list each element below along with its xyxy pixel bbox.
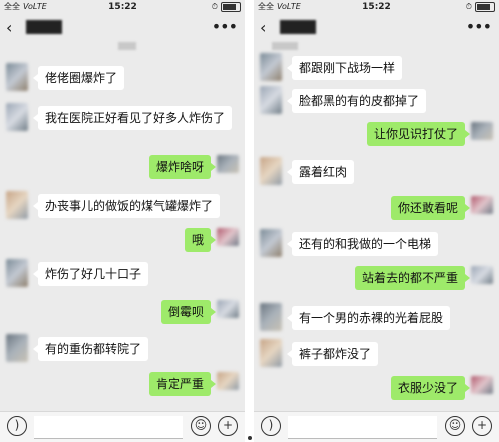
avatar[interactable] <box>6 191 28 219</box>
sent-message-bubble[interactable]: 倒霉呗 <box>160 300 217 324</box>
add-icon[interactable]: + <box>472 416 492 436</box>
sent-message-bubble[interactable]: 你还敢看呢 <box>390 196 471 220</box>
sent-message-bubble[interactable]: 衣服少没了 <box>390 376 471 400</box>
received-message-bubble[interactable]: 都跟刚下战场一样 <box>286 56 403 80</box>
emoji-icon[interactable]: ☺ <box>191 416 211 436</box>
network-label: VoLTE <box>277 2 301 11</box>
battery-icon <box>475 2 495 12</box>
chat-screen-right: 全全 VoLTE 15:22 ⏱ ‹ ••• 都跟刚下战场一样 脸都黑的有的皮都掉… <box>254 0 499 442</box>
received-message-bubble[interactable]: 有的重伤都转院了 <box>32 337 149 361</box>
avatar[interactable] <box>217 300 239 318</box>
alarm-icon: ⏱ <box>211 2 218 11</box>
received-message-bubble[interactable]: 脸都黑的有的皮都掉了 <box>286 89 427 113</box>
avatar[interactable] <box>260 229 282 257</box>
avatar[interactable] <box>6 259 28 287</box>
voice-icon[interactable]: ) <box>7 416 27 436</box>
chat-screen-left: 全全 VoLTE 15:22 ⏱ ‹ ••• 佬佬圈爆炸了我在医院正好看见了好多… <box>0 0 245 442</box>
clock: 15:22 <box>108 2 137 12</box>
more-icon[interactable]: ••• <box>466 17 492 36</box>
network-label: VoLTE <box>23 2 47 11</box>
received-message-bubble[interactable]: 佬佬圈爆炸了 <box>32 66 125 90</box>
avatar[interactable] <box>260 339 282 367</box>
received-message-bubble[interactable]: 我在医院正好看见了好多人炸伤了 <box>32 106 233 130</box>
received-message-bubble[interactable]: 还有的和我做的一个电梯 <box>286 232 439 256</box>
avatar[interactable] <box>260 157 282 185</box>
avatar[interactable] <box>217 372 239 390</box>
signal-indicator: 全全 VoLTE <box>4 0 47 14</box>
sent-message-bubble[interactable]: 哦 <box>184 228 217 252</box>
avatar[interactable] <box>471 122 493 140</box>
avatar[interactable] <box>260 53 282 81</box>
received-message-bubble[interactable]: 炸伤了好几十口子 <box>32 262 149 286</box>
voice-icon[interactable]: ) <box>261 416 281 436</box>
input-bar: ) ☺ + <box>0 411 245 442</box>
sent-message-bubble[interactable]: 站着去的都不严重 <box>354 266 471 290</box>
emoji-icon[interactable]: ☺ <box>445 416 465 436</box>
redacted-label <box>272 42 298 50</box>
received-message-bubble[interactable]: 有一个男的赤裸的光着屁股 <box>286 306 451 330</box>
received-message-bubble[interactable]: 露着红肉 <box>286 160 355 184</box>
avatar[interactable] <box>471 266 493 284</box>
battery-icon <box>221 2 241 12</box>
page-indicator-dot <box>247 436 252 440</box>
redacted-label <box>118 42 136 50</box>
clock: 15:22 <box>362 2 391 12</box>
avatar[interactable] <box>6 103 28 131</box>
received-message-bubble[interactable]: 办丧事儿的做饭的煤气罐爆炸了 <box>32 194 221 218</box>
chat-title-redacted <box>26 20 62 34</box>
sent-message-bubble[interactable]: 肯定严重 <box>148 372 217 396</box>
avatar[interactable] <box>260 303 282 331</box>
avatar[interactable] <box>217 228 239 246</box>
avatar[interactable] <box>260 86 282 114</box>
alarm-icon: ⏱ <box>465 2 472 11</box>
signal-text: 全全 <box>258 2 274 11</box>
avatar[interactable] <box>471 376 493 394</box>
back-arrow-icon[interactable]: ‹ <box>6 18 12 37</box>
sent-message-bubble[interactable]: 爆炸啥呀 <box>148 155 217 179</box>
received-message-bubble[interactable]: 裤子都炸没了 <box>286 342 379 366</box>
sent-message-bubble[interactable]: 让你见识打仗了 <box>366 122 471 146</box>
signal-indicator: 全全 VoLTE <box>258 0 301 14</box>
status-right: ⏱ <box>466 0 495 14</box>
chat-title-redacted <box>280 20 316 34</box>
add-icon[interactable]: + <box>218 416 238 436</box>
back-arrow-icon[interactable]: ‹ <box>260 18 266 37</box>
avatar[interactable] <box>471 196 493 214</box>
status-right: ⏱ <box>212 0 241 14</box>
status-bar: 全全 VoLTE 15:22 ⏱ <box>0 0 245 14</box>
signal-text: 全全 <box>4 2 20 11</box>
message-input[interactable] <box>288 416 437 439</box>
more-icon[interactable]: ••• <box>212 17 238 36</box>
avatar[interactable] <box>217 155 239 173</box>
input-bar: ) ☺ + <box>254 411 499 442</box>
message-input[interactable] <box>34 416 183 439</box>
avatar[interactable] <box>6 63 28 91</box>
chat-header: ‹ ••• <box>0 14 245 40</box>
avatar[interactable] <box>6 334 28 362</box>
chat-header: ‹ ••• <box>254 14 499 40</box>
status-bar: 全全 VoLTE 15:22 ⏱ <box>254 0 499 14</box>
